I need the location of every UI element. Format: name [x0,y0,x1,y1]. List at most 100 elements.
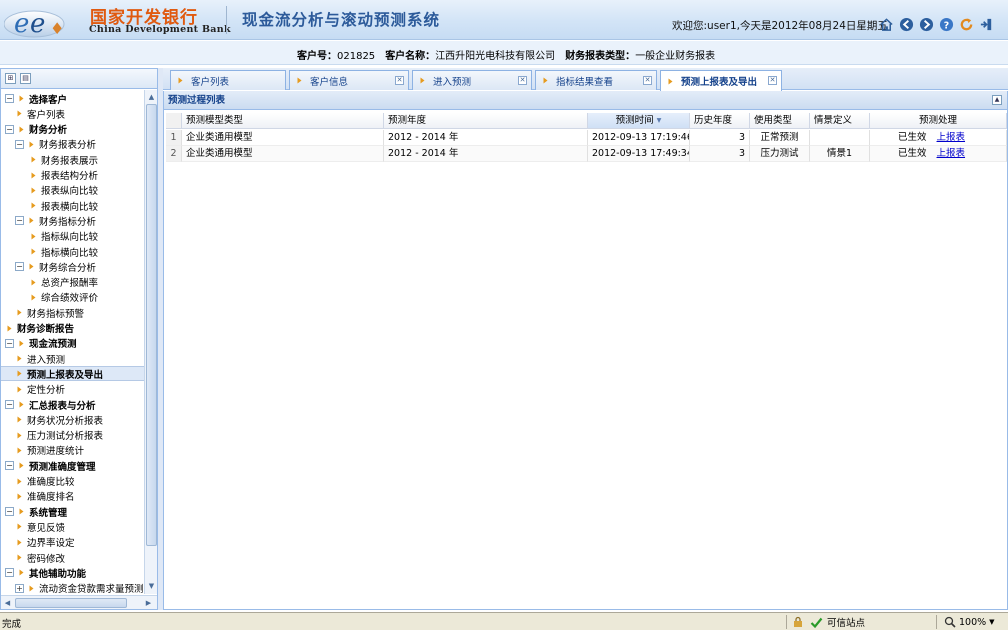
collapse-icon[interactable]: − [5,94,14,103]
tree-node[interactable]: 密码修改 [1,550,144,565]
tree-node-label: 边界率设定 [27,538,75,550]
tree-node[interactable]: 预测上报表及导出 [1,366,144,382]
tree-node[interactable]: 报表纵向比较 [1,183,144,198]
table-row[interactable]: 2 企业类通用模型 2012 - 2014 年 2012-09-13 17:49:34… [166,146,1007,162]
chevron-right-icon [27,140,36,149]
tree-node[interactable]: 报表结构分析 [1,168,144,183]
expand-all-icon[interactable]: ⊞ [5,73,16,84]
chevron-right-icon [17,400,26,409]
tree-node[interactable]: 预测进度统计 [1,443,144,458]
tab[interactable]: 指标结果查看 ✕ [535,70,657,90]
tree-node[interactable]: 意见反馈 [1,519,144,534]
tree-node[interactable]: 财务状况分析报表 [1,412,144,427]
tree-node[interactable]: − 其他辅助功能 [1,565,144,580]
close-icon[interactable]: ✕ [768,76,777,85]
forward-icon[interactable] [918,16,934,32]
chevron-right-icon [296,77,304,85]
scroll-down-icon[interactable]: ▼ [146,580,157,592]
tree-node[interactable]: − 系统管理 [1,504,144,519]
status-text: 已生效 [898,148,927,159]
tree-node[interactable]: 报表横向比较 [1,198,144,213]
back-icon[interactable] [898,16,914,32]
home-icon[interactable] [878,16,894,32]
collapse-icon[interactable]: − [15,216,24,226]
scroll-up-icon[interactable]: ▲ [146,91,157,103]
nav-hscroll-thumb[interactable] [15,598,127,608]
tree-node[interactable]: − 汇总报表与分析 [1,397,144,412]
close-icon[interactable]: ✕ [643,76,652,85]
tree-node[interactable]: − 财务报表分析 [1,137,144,152]
tree-node[interactable]: − 现金流预测 [1,336,144,351]
scroll-left-icon[interactable]: ◀ [2,597,13,609]
zoom-control[interactable]: 100% ▼ [944,616,995,628]
tree-node-label: 意见反馈 [27,522,66,534]
collapse-panel-icon[interactable]: ▲ [992,95,1002,105]
customer-name: 江西升阳光电科技有限公司 [435,51,556,62]
tree-node[interactable]: 综合绩效评价 [1,290,144,305]
tree-node[interactable]: − 财务综合分析 [1,259,144,274]
tree-node[interactable]: 客户列表 [1,106,144,121]
submit-report-link[interactable]: 上报表 [937,148,966,159]
tab[interactable]: 客户列表 [170,70,286,90]
logout-icon[interactable] [978,16,994,32]
chevron-right-icon [15,492,24,501]
collapse-icon[interactable]: − [5,338,14,348]
column-header[interactable]: 历史年度 [690,113,750,129]
tree-node[interactable]: 总资产报酬率 [1,275,144,290]
tree-node[interactable]: 进入预测 [1,351,144,366]
chevron-right-icon [17,125,26,134]
scroll-right-icon[interactable]: ▶ [143,597,154,609]
tree-node[interactable]: + 流动资金贷款需求量预测 [1,581,144,594]
chevron-right-icon [5,324,14,333]
tree-node[interactable]: 准确度比较 [1,474,144,489]
tree-node[interactable]: 定性分析 [1,382,144,397]
tree-node[interactable]: 财务诊断报告 [1,321,144,336]
column-header[interactable]: 使用类型 [750,113,810,129]
column-header[interactable]: 预测处理 [870,113,1007,129]
collapse-icon[interactable]: − [15,262,24,272]
chevron-right-icon [29,186,38,195]
help-icon[interactable]: ? [938,16,954,32]
column-header[interactable] [166,113,182,129]
table-row[interactable]: 1 企业类通用模型 2012 - 2014 年 2012-09-13 17:19:46… [166,130,1007,146]
security-zone[interactable]: 可信站点 [810,615,865,629]
close-icon[interactable]: ✕ [395,76,404,85]
close-icon[interactable]: ✕ [518,76,527,85]
column-header[interactable]: 预测模型类型 [182,113,384,129]
tab-label: 客户列表 [191,76,230,88]
tree-node[interactable]: − 财务指标分析 [1,213,144,228]
tree-node[interactable]: 财务指标预警 [1,305,144,320]
column-header[interactable]: 预测时间 ▾ [588,113,690,129]
collapse-icon[interactable]: − [15,139,24,149]
collapse-icon[interactable]: − [5,124,14,134]
report-type-label: 财务报表类型： [565,51,636,62]
tree-node[interactable]: 指标纵向比较 [1,229,144,244]
collapse-icon[interactable]: − [5,507,14,517]
tab[interactable]: 进入预测 ✕ [412,70,532,90]
chevron-down-icon[interactable]: ▼ [989,618,994,626]
collapse-icon[interactable]: − [5,400,14,409]
collapse-icon[interactable]: − [5,461,14,471]
submit-report-link[interactable]: 上报表 [937,132,966,143]
tree-node[interactable]: 压力测试分析报表 [1,428,144,443]
collapse-all-icon[interactable]: ▤ [20,73,31,84]
collapse-icon[interactable]: − [5,568,14,578]
tree-node[interactable]: 边界率设定 [1,535,144,550]
nav-vertical-scrollbar[interactable]: ▲ ▼ [144,90,157,594]
tree-node[interactable]: 准确度排名 [1,489,144,504]
tree-node[interactable]: − 财务分析 [1,122,144,137]
tab[interactable]: 预测上报表及导出 ✕ [660,70,782,91]
tab[interactable]: 客户信息 ✕ [289,70,409,90]
tree-node[interactable]: 财务报表展示 [1,152,144,167]
tree-node[interactable]: 指标横向比较 [1,244,144,259]
nav-scroll-thumb[interactable] [146,104,157,546]
chevron-right-icon [15,354,24,363]
tree-node[interactable]: − 选择客户 [1,91,144,106]
nav-horizontal-scrollbar[interactable]: ◀ ▶ [1,595,157,609]
tree-node-label: 财务综合分析 [39,262,97,274]
refresh-icon[interactable] [958,16,974,32]
column-header[interactable]: 预测年度 [384,113,588,129]
expand-icon[interactable]: + [15,583,24,593]
column-header[interactable]: 情景定义 [810,113,870,129]
tree-node[interactable]: − 预测准确度管理 [1,458,144,473]
